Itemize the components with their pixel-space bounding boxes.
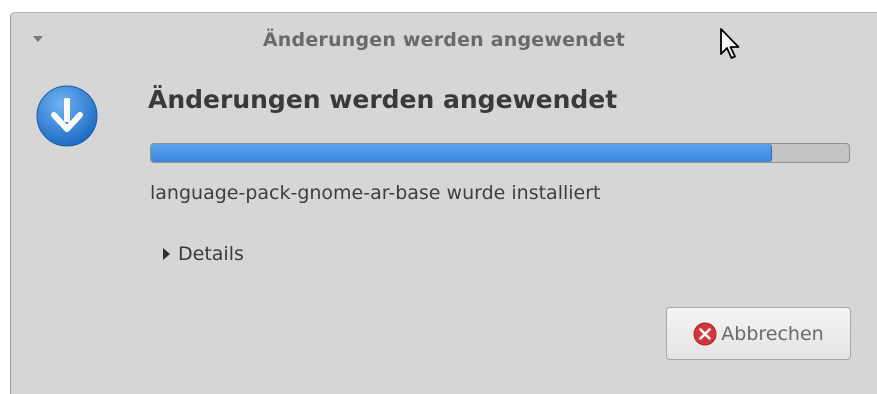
titlebar[interactable]: Änderungen werden angewendet xyxy=(11,13,877,69)
status-text: language-pack-gnome-ar-base wurde instal… xyxy=(150,182,601,204)
progress-fill xyxy=(151,144,773,162)
window-title: Änderungen werden angewendet xyxy=(262,29,626,51)
cancel-label: Abbrechen xyxy=(721,322,824,345)
details-label: Details xyxy=(178,243,244,265)
mouse-pointer-icon xyxy=(720,28,740,59)
progress-heading: Änderungen werden angewendet xyxy=(148,85,618,114)
details-expander[interactable]: Details xyxy=(163,241,244,267)
progress-bar xyxy=(150,143,850,163)
cancel-button[interactable]: Abbrechen xyxy=(666,307,851,360)
expander-arrow-icon xyxy=(163,248,170,260)
download-arrow-icon xyxy=(36,85,98,147)
cancel-icon xyxy=(693,322,717,345)
